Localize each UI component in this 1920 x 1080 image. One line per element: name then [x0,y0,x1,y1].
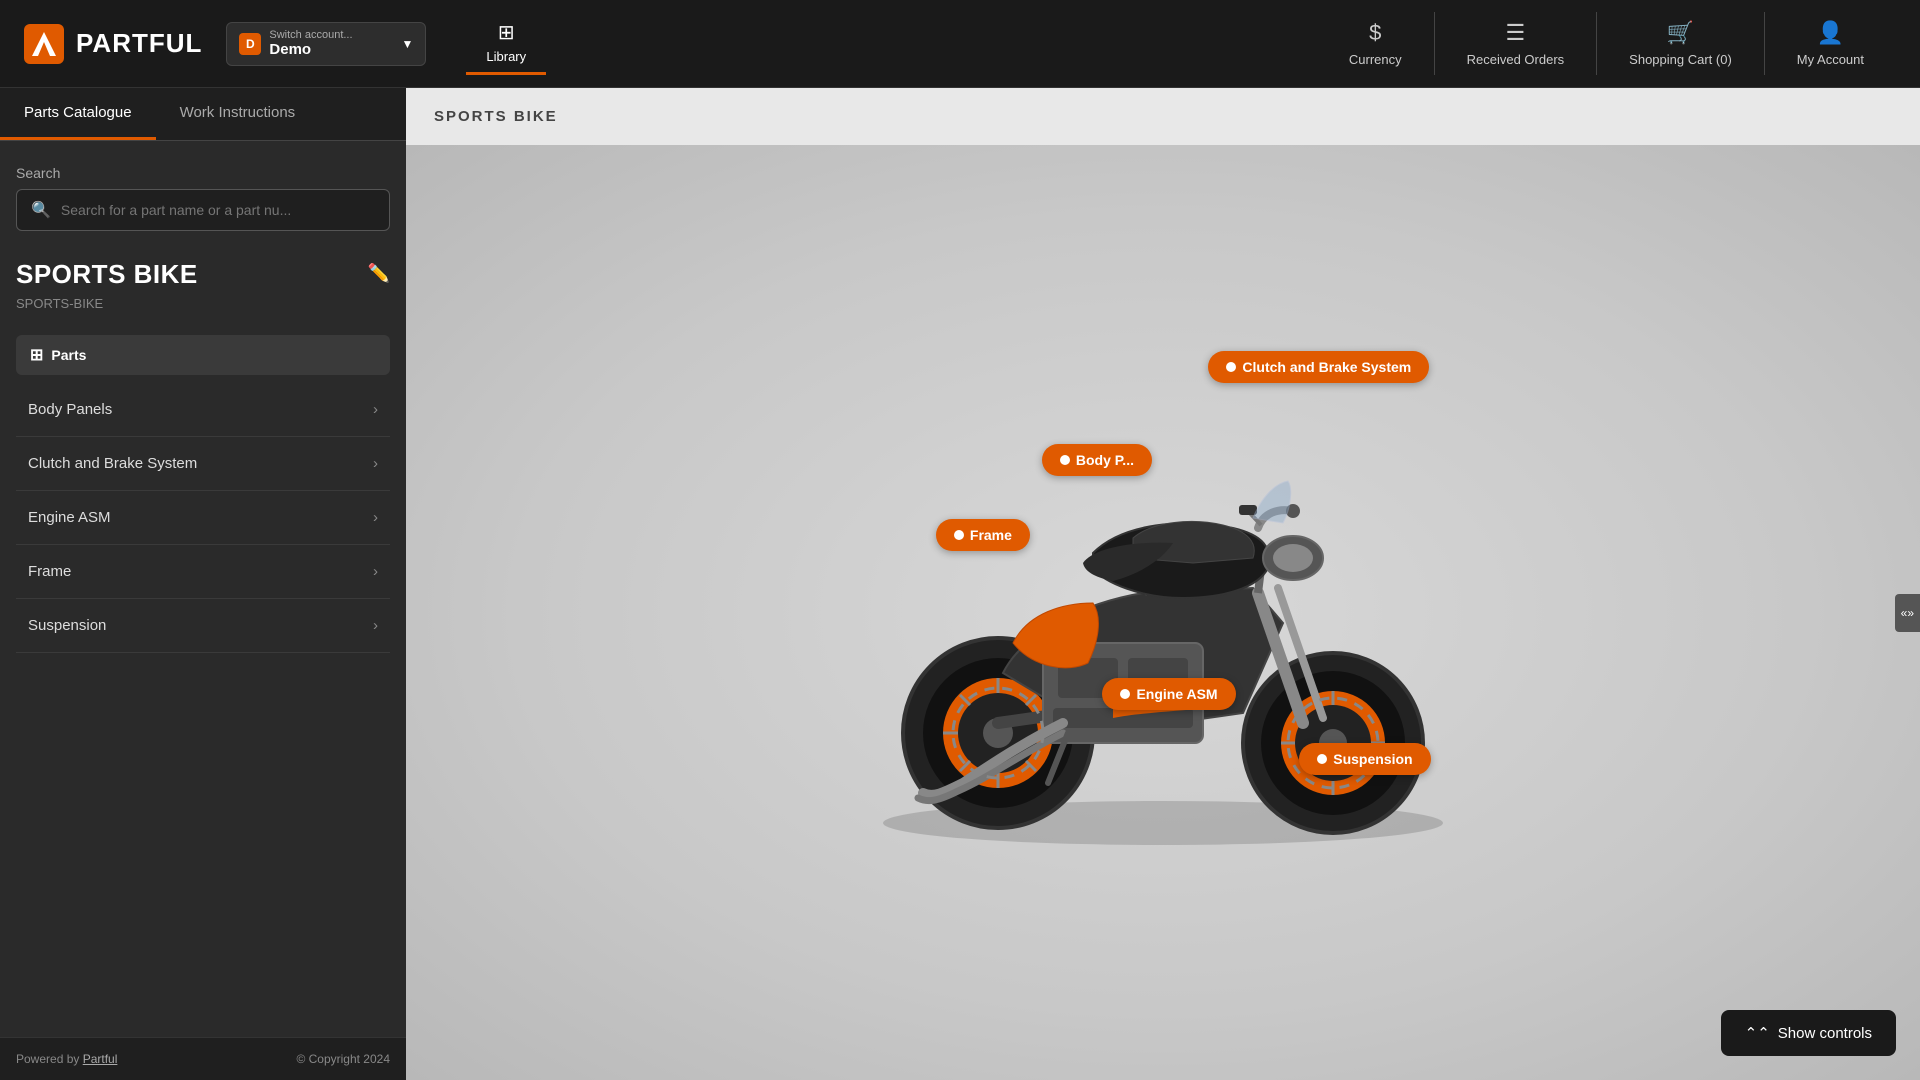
edit-icon[interactable]: ✏️ [368,263,390,284]
search-box[interactable]: 🔍 [16,189,390,231]
chevron-right-icon: › [373,401,378,418]
parts-list-item[interactable]: Suspension › [16,599,390,653]
parts-header: ⊞ Parts [16,335,390,375]
chevron-right-icon: › [373,509,378,526]
my-account-label: My Account [1797,52,1864,67]
parts-list-item[interactable]: Engine ASM › [16,491,390,545]
parts-item-label: Frame [28,563,71,580]
chevron-right-icon: › [373,617,378,634]
side-collapse-button[interactable]: «» [1895,594,1920,632]
tab-parts-catalogue[interactable]: Parts Catalogue [0,88,156,140]
my-account-icon: 👤 [1817,20,1844,46]
currency-label: Currency [1349,52,1402,67]
parts-list-item[interactable]: Frame › [16,545,390,599]
logo-area: PARTFUL [24,24,202,64]
partful-logo-icon [24,24,64,64]
motorcycle-illustration [803,363,1523,863]
product-code: SPORTS-BIKE [16,296,390,311]
shopping-cart-label: Shopping Cart (0) [1629,52,1732,67]
account-switcher-name: Demo [269,41,311,58]
search-icon: 🔍 [31,200,51,220]
main-view: SPORTS BIKE [406,88,1920,1080]
account-switcher-label: Switch account... [269,29,352,41]
parts-item-label: Clutch and Brake System [28,455,197,472]
tab-work-instructions[interactable]: Work Instructions [156,88,320,140]
received-orders-label: Received Orders [1467,52,1565,67]
account-switcher-arrow-icon: ▼ [402,37,414,51]
library-icon: ⊞ [498,20,515,45]
bike-container: Clutch and Brake System Body P... Frame … [406,145,1920,1080]
footer-copyright: © Copyright 2024 [296,1052,390,1066]
nav-right: $ Currency ☰ Received Orders 🛒 Shopping … [1317,12,1896,75]
nav-center: ⊞ Library [466,12,546,75]
sidebar-content: Search 🔍 SPORTS BIKE ✏️ SPORTS-BIKE ⊞ Pa… [0,141,406,1037]
logo-text: PARTFUL [76,28,202,59]
account-switcher-info: Switch account... Demo [269,29,352,59]
sidebar-tabs: Parts Catalogue Work Instructions [0,88,406,141]
parts-item-label: Body Panels [28,401,112,418]
nav-my-account[interactable]: 👤 My Account [1765,12,1896,75]
account-initial: D [239,33,261,55]
footer-brand-link[interactable]: Partful [83,1052,118,1066]
nav-received-orders[interactable]: ☰ Received Orders [1435,12,1598,75]
parts-item-label: Engine ASM [28,509,111,526]
product-title-area: SPORTS BIKE ✏️ [16,259,390,290]
grid-icon: ⊞ [30,345,43,365]
footer-powered-text: Powered by Partful [16,1052,117,1066]
currency-icon: $ [1369,20,1381,46]
parts-list-item[interactable]: Body Panels › [16,383,390,437]
top-navigation: PARTFUL D Switch account... Demo ▼ ⊞ Lib… [0,0,1920,88]
shopping-cart-icon: 🛒 [1667,20,1694,46]
nav-shopping-cart[interactable]: 🛒 Shopping Cart (0) [1597,12,1765,75]
product-title: SPORTS BIKE [16,259,198,290]
sidebar-footer: Powered by Partful © Copyright 2024 [0,1037,406,1080]
received-orders-icon: ☰ [1506,20,1526,46]
hotspot-suspension[interactable]: Suspension [1299,743,1430,775]
parts-list: Body Panels›Clutch and Brake System›Engi… [16,383,390,653]
parts-list-item[interactable]: Clutch and Brake System › [16,437,390,491]
show-controls-button[interactable]: ⌃⌃ Show controls [1721,1010,1896,1056]
parts-item-label: Suspension [28,617,106,634]
chevron-right-icon: › [373,455,378,472]
search-label: Search [16,165,390,181]
main-title: SPORTS BIKE [406,88,1920,145]
hotspot-engine-asm[interactable]: Engine ASM [1102,678,1235,710]
parts-header-label: Parts [51,347,86,363]
library-label: Library [486,49,526,64]
nav-library[interactable]: ⊞ Library [466,12,546,75]
sidebar: Parts Catalogue Work Instructions Search… [0,88,406,1080]
nav-currency[interactable]: $ Currency [1317,12,1435,75]
hotspot-clutch-brake[interactable]: Clutch and Brake System [1208,351,1429,383]
chevron-up-icon: ⌃⌃ [1745,1024,1770,1042]
hotspot-frame[interactable]: Frame [936,519,1030,551]
account-switcher[interactable]: D Switch account... Demo ▼ [226,22,426,66]
chevron-right-icon: › [373,563,378,580]
show-controls-label: Show controls [1778,1025,1872,1042]
hotspot-body-panels[interactable]: Body P... [1042,444,1152,476]
search-input[interactable] [61,202,375,218]
content-area: Parts Catalogue Work Instructions Search… [0,88,1920,1080]
